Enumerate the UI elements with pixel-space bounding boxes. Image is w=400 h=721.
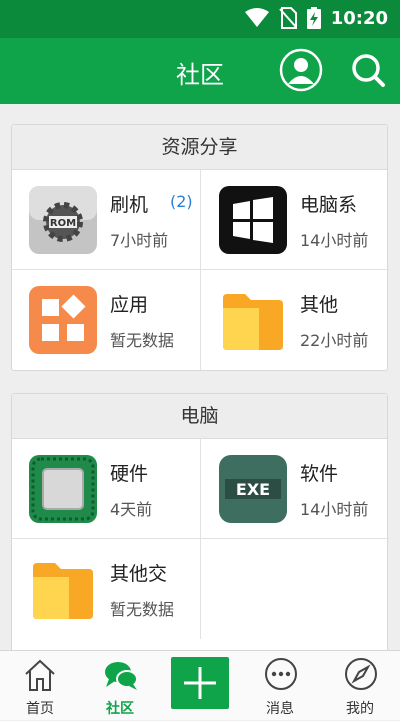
- tab-mine[interactable]: 我的: [320, 651, 400, 721]
- forum-name: 软件: [300, 463, 339, 485]
- tab-label: 消息: [266, 701, 294, 717]
- tab-home[interactable]: 首页: [0, 651, 80, 721]
- search-icon: [352, 54, 385, 87]
- community-content: 资源分享 ROM 刷机 (2) 7小时前 电脑系 14小时前 应用 暂无数据 其…: [0, 104, 400, 650]
- app-bar: 社区: [0, 38, 400, 104]
- plus-icon: [184, 667, 216, 699]
- last-update-time: 14小时前: [300, 231, 369, 250]
- forum-name: 其他: [300, 294, 339, 316]
- chat-bubbles-icon: [105, 662, 138, 690]
- rom-gear-icon: ROM: [29, 186, 97, 254]
- wifi-icon: [244, 8, 269, 27]
- forum-item-software[interactable]: EXE 软件 14小时前: [201, 439, 389, 539]
- forum-item-other-exchange[interactable]: 其他交 暂无数据: [12, 539, 201, 639]
- section-computer: 电脑 硬件 4天前 EXE 软件 14小时前 其他交 暂无数据: [11, 393, 389, 650]
- forum-item-hardware[interactable]: 硬件 4天前: [12, 439, 201, 539]
- exe-file-icon: EXE: [219, 455, 287, 523]
- tab-messages[interactable]: 消息: [240, 651, 320, 721]
- status-time: 10:20: [330, 7, 388, 29]
- last-update-time: 14小时前: [300, 500, 369, 519]
- status-bar: 10:20: [0, 0, 400, 38]
- forum-item-other[interactable]: 其他 22小时前: [201, 270, 389, 370]
- search-button[interactable]: [348, 50, 388, 90]
- forum-item-apps[interactable]: 应用 暂无数据: [12, 270, 201, 370]
- tab-label: 社区: [106, 701, 134, 717]
- exe-label: EXE: [236, 480, 270, 499]
- user-avatar-icon: [279, 48, 323, 92]
- battery-charging-icon: [306, 7, 321, 29]
- home-icon: [25, 659, 55, 691]
- message-icon: [265, 658, 297, 690]
- section-resource-share: 资源分享 ROM 刷机 (2) 7小时前 电脑系 14小时前 应用 暂无数据 其…: [11, 124, 389, 371]
- forum-name: 应用: [110, 294, 149, 316]
- section-title: 资源分享: [12, 125, 387, 170]
- folder-icon: [223, 294, 283, 350]
- user-avatar-button[interactable]: [279, 48, 323, 92]
- forum-item-pc-system[interactable]: 电脑系 14小时前: [201, 170, 389, 270]
- last-update-time: 暂无数据: [110, 600, 175, 619]
- tab-community[interactable]: 社区: [80, 651, 160, 721]
- new-post-count-badge: (2): [170, 192, 193, 211]
- new-post-button[interactable]: [171, 657, 229, 709]
- empty-cell: [201, 539, 389, 639]
- forum-name: 其他交: [110, 563, 168, 585]
- folder-icon: [33, 563, 93, 619]
- last-update-time: 4天前: [110, 500, 153, 519]
- forum-item-flash[interactable]: ROM 刷机 (2) 7小时前: [12, 170, 201, 270]
- tab-label: 首页: [26, 701, 54, 717]
- no-sim-icon: [278, 7, 297, 29]
- chip-icon: [29, 455, 97, 523]
- last-update-time: 22小时前: [300, 331, 369, 350]
- forum-name: 硬件: [110, 463, 149, 485]
- section-title: 电脑: [12, 394, 387, 439]
- apps-grid-icon: [29, 286, 97, 354]
- forum-name: 电脑系: [300, 194, 358, 216]
- forum-name: 刷机: [110, 194, 149, 216]
- compass-icon: [345, 658, 377, 690]
- tab-label: 我的: [346, 701, 374, 717]
- svg-text:ROM: ROM: [50, 218, 76, 229]
- last-update-time: 暂无数据: [110, 331, 175, 350]
- last-update-time: 7小时前: [110, 231, 169, 250]
- page-title: 社区: [176, 61, 224, 89]
- windows-logo-icon: [219, 186, 287, 254]
